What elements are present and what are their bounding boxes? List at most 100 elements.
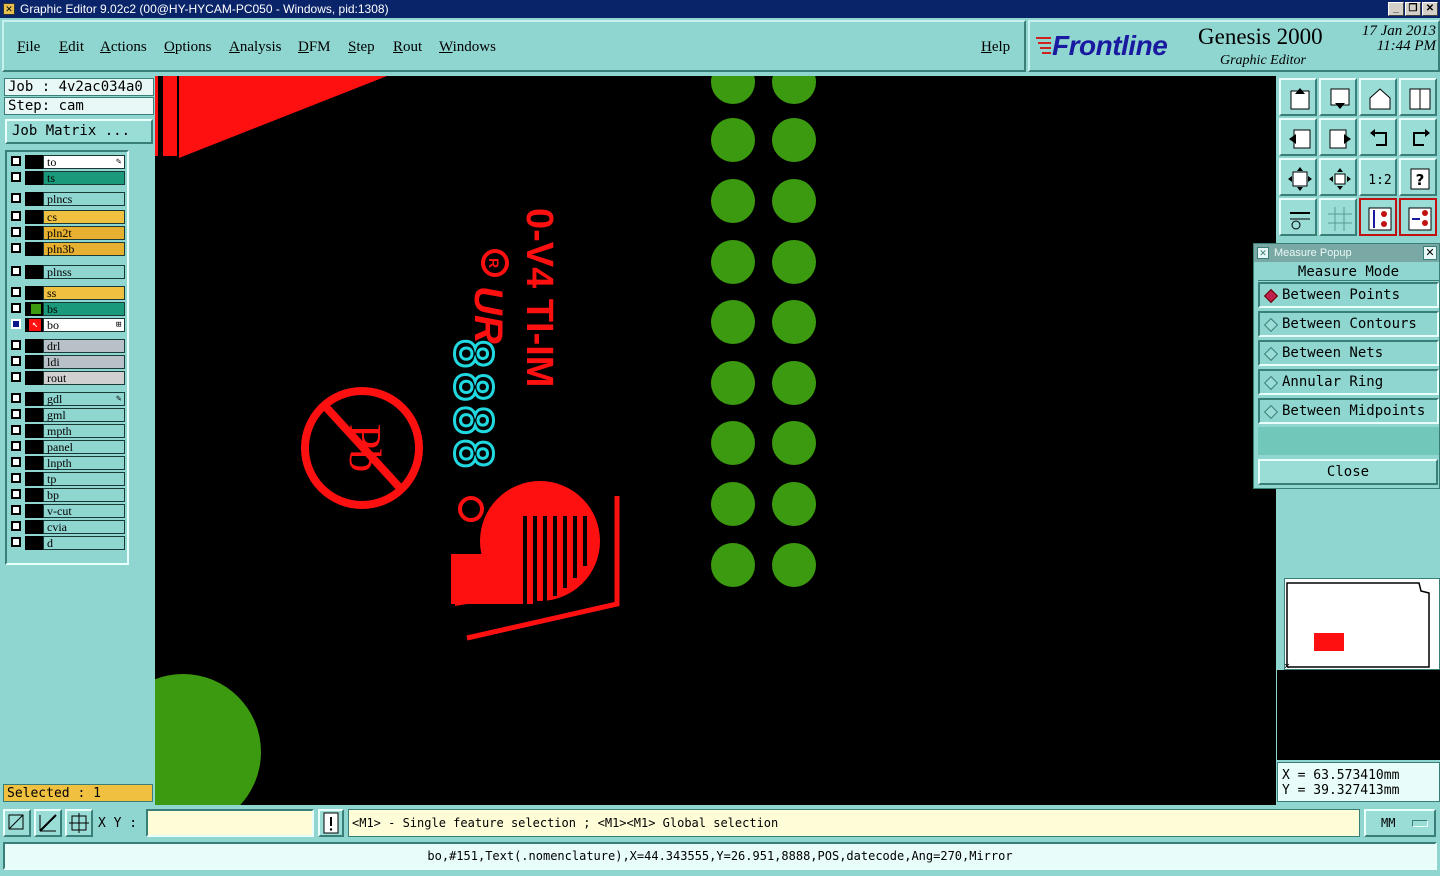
scale-icon[interactable]: 1:2 bbox=[1359, 158, 1397, 196]
fit-icon[interactable] bbox=[1279, 158, 1317, 196]
radio-diamond-icon[interactable] bbox=[1263, 404, 1279, 420]
layer-name[interactable]: d bbox=[43, 536, 125, 550]
layer-checkbox[interactable] bbox=[11, 393, 21, 403]
layer-color-swatch[interactable] bbox=[25, 472, 43, 486]
snap-mode-icon[interactable] bbox=[34, 809, 62, 837]
menu-analysis[interactable]: Analysis bbox=[229, 39, 282, 56]
layer-name[interactable]: to bbox=[43, 155, 125, 169]
layer-checkbox[interactable] bbox=[11, 425, 21, 435]
layer-checkbox[interactable] bbox=[11, 243, 21, 253]
layer-checkbox[interactable] bbox=[11, 193, 21, 203]
grid-snap-icon[interactable] bbox=[65, 809, 93, 837]
layer-checkbox[interactable] bbox=[11, 372, 21, 382]
layer-name[interactable]: v-cut bbox=[43, 504, 125, 518]
layer-checkbox[interactable] bbox=[11, 303, 21, 313]
menu-dfm[interactable]: DFM bbox=[298, 39, 331, 56]
layer-color-swatch[interactable] bbox=[25, 504, 43, 518]
layer-name[interactable]: plnss bbox=[43, 265, 125, 279]
xy-input[interactable] bbox=[146, 809, 314, 837]
layer-color-swatch[interactable] bbox=[25, 408, 43, 422]
layer-name[interactable]: bo bbox=[43, 318, 125, 332]
layer-color-swatch[interactable] bbox=[25, 171, 43, 185]
layer-checkbox[interactable] bbox=[11, 156, 21, 166]
layers-a-icon[interactable] bbox=[1359, 198, 1397, 236]
layer-color-swatch[interactable] bbox=[25, 265, 43, 279]
layer-checkbox[interactable] bbox=[11, 409, 21, 419]
layer-color-swatch[interactable]: ↖ bbox=[25, 318, 43, 332]
measure-option-annular-ring[interactable]: Annular Ring bbox=[1258, 369, 1439, 395]
layer-checkbox[interactable] bbox=[11, 319, 21, 329]
home-icon[interactable] bbox=[1359, 78, 1397, 116]
close-window-button[interactable]: ✕ bbox=[1422, 2, 1438, 16]
menu-file[interactable]: File bbox=[17, 39, 40, 56]
layer-color-swatch[interactable] bbox=[25, 520, 43, 534]
pan-left-icon[interactable] bbox=[1279, 118, 1317, 156]
help-icon[interactable]: ? bbox=[1399, 158, 1437, 196]
layer-checkbox[interactable] bbox=[11, 521, 21, 531]
layer-name[interactable]: lnpth bbox=[43, 456, 125, 470]
layer-checkbox[interactable] bbox=[11, 441, 21, 451]
center-icon[interactable] bbox=[1319, 158, 1357, 196]
layer-name[interactable]: cvia bbox=[43, 520, 125, 534]
tools-icon[interactable] bbox=[1279, 198, 1317, 236]
menu-actions[interactable]: Actions bbox=[100, 39, 147, 56]
layer-name[interactable]: mpth bbox=[43, 424, 125, 438]
measure-option-between-nets[interactable]: Between Nets bbox=[1258, 340, 1439, 366]
layer-color-swatch[interactable] bbox=[25, 242, 43, 256]
zoom-home-icon[interactable] bbox=[1279, 78, 1317, 116]
menu-edit[interactable]: Edit bbox=[59, 39, 84, 56]
layer-checkbox[interactable] bbox=[11, 505, 21, 515]
layer-color-swatch[interactable] bbox=[25, 355, 43, 369]
layer-color-swatch[interactable] bbox=[25, 392, 43, 406]
layer-checkbox[interactable] bbox=[11, 211, 21, 221]
radio-diamond-icon[interactable] bbox=[1263, 317, 1279, 333]
select-mode-icon[interactable] bbox=[3, 809, 31, 837]
layer-name[interactable]: ss bbox=[43, 286, 125, 300]
layer-name[interactable]: rout bbox=[43, 371, 125, 385]
measure-option-between-midpoints[interactable]: Between Midpoints bbox=[1258, 398, 1439, 424]
layer-name[interactable]: tp bbox=[43, 472, 125, 486]
layer-color-swatch[interactable] bbox=[25, 424, 43, 438]
layer-name[interactable]: drl bbox=[43, 339, 125, 353]
layer-checkbox[interactable] bbox=[11, 227, 21, 237]
radio-diamond-icon[interactable] bbox=[1263, 346, 1279, 362]
redo-view-icon[interactable] bbox=[1399, 118, 1437, 156]
layer-color-swatch[interactable] bbox=[25, 536, 43, 550]
board-view[interactable]: Pb 0-V4 TI-IM R UR 8888 bbox=[155, 76, 1276, 805]
maximize-button[interactable]: ❐ bbox=[1405, 2, 1421, 16]
popup-close-icon[interactable]: ✕ bbox=[1423, 246, 1437, 260]
job-matrix-button[interactable]: Job Matrix ... bbox=[5, 119, 153, 144]
layer-color-swatch[interactable] bbox=[25, 339, 43, 353]
layer-checkbox[interactable] bbox=[11, 172, 21, 182]
layer-color-swatch[interactable] bbox=[25, 440, 43, 454]
layer-name[interactable]: bp bbox=[43, 488, 125, 502]
layer-name[interactable]: pln2t bbox=[43, 226, 125, 240]
layer-checkbox[interactable] bbox=[11, 473, 21, 483]
layer-checkbox[interactable] bbox=[11, 340, 21, 350]
undo-view-icon[interactable] bbox=[1359, 118, 1397, 156]
layer-color-swatch[interactable] bbox=[25, 192, 43, 206]
layer-color-swatch[interactable] bbox=[25, 226, 43, 240]
layer-name[interactable]: plncs bbox=[43, 192, 125, 206]
layer-color-swatch[interactable] bbox=[25, 286, 43, 300]
layer-color-swatch[interactable] bbox=[25, 302, 43, 316]
grid-icon[interactable] bbox=[1319, 198, 1357, 236]
measure-option-between-contours[interactable]: Between Contours bbox=[1258, 311, 1439, 337]
minimize-button[interactable]: _ bbox=[1388, 2, 1404, 16]
overview-map[interactable]: × bbox=[1284, 578, 1440, 672]
layer-checkbox[interactable] bbox=[11, 457, 21, 467]
layer-color-swatch[interactable] bbox=[25, 210, 43, 224]
layer-name[interactable]: gdl bbox=[43, 392, 125, 406]
layer-name[interactable]: gml bbox=[43, 408, 125, 422]
layer-color-swatch[interactable] bbox=[25, 488, 43, 502]
layer-checkbox[interactable] bbox=[11, 287, 21, 297]
pan-right-icon[interactable] bbox=[1319, 118, 1357, 156]
graphic-canvas[interactable]: Pb 0-V4 TI-IM R UR 8888 bbox=[155, 76, 1276, 805]
layer-name[interactable]: ldi bbox=[43, 355, 125, 369]
units-select[interactable]: MM bbox=[1364, 809, 1436, 837]
layer-color-swatch[interactable] bbox=[25, 371, 43, 385]
menu-options[interactable]: Options bbox=[164, 39, 212, 56]
layer-checkbox[interactable] bbox=[11, 537, 21, 547]
menu-step[interactable]: Step bbox=[348, 39, 375, 56]
layer-color-swatch[interactable] bbox=[25, 155, 43, 169]
